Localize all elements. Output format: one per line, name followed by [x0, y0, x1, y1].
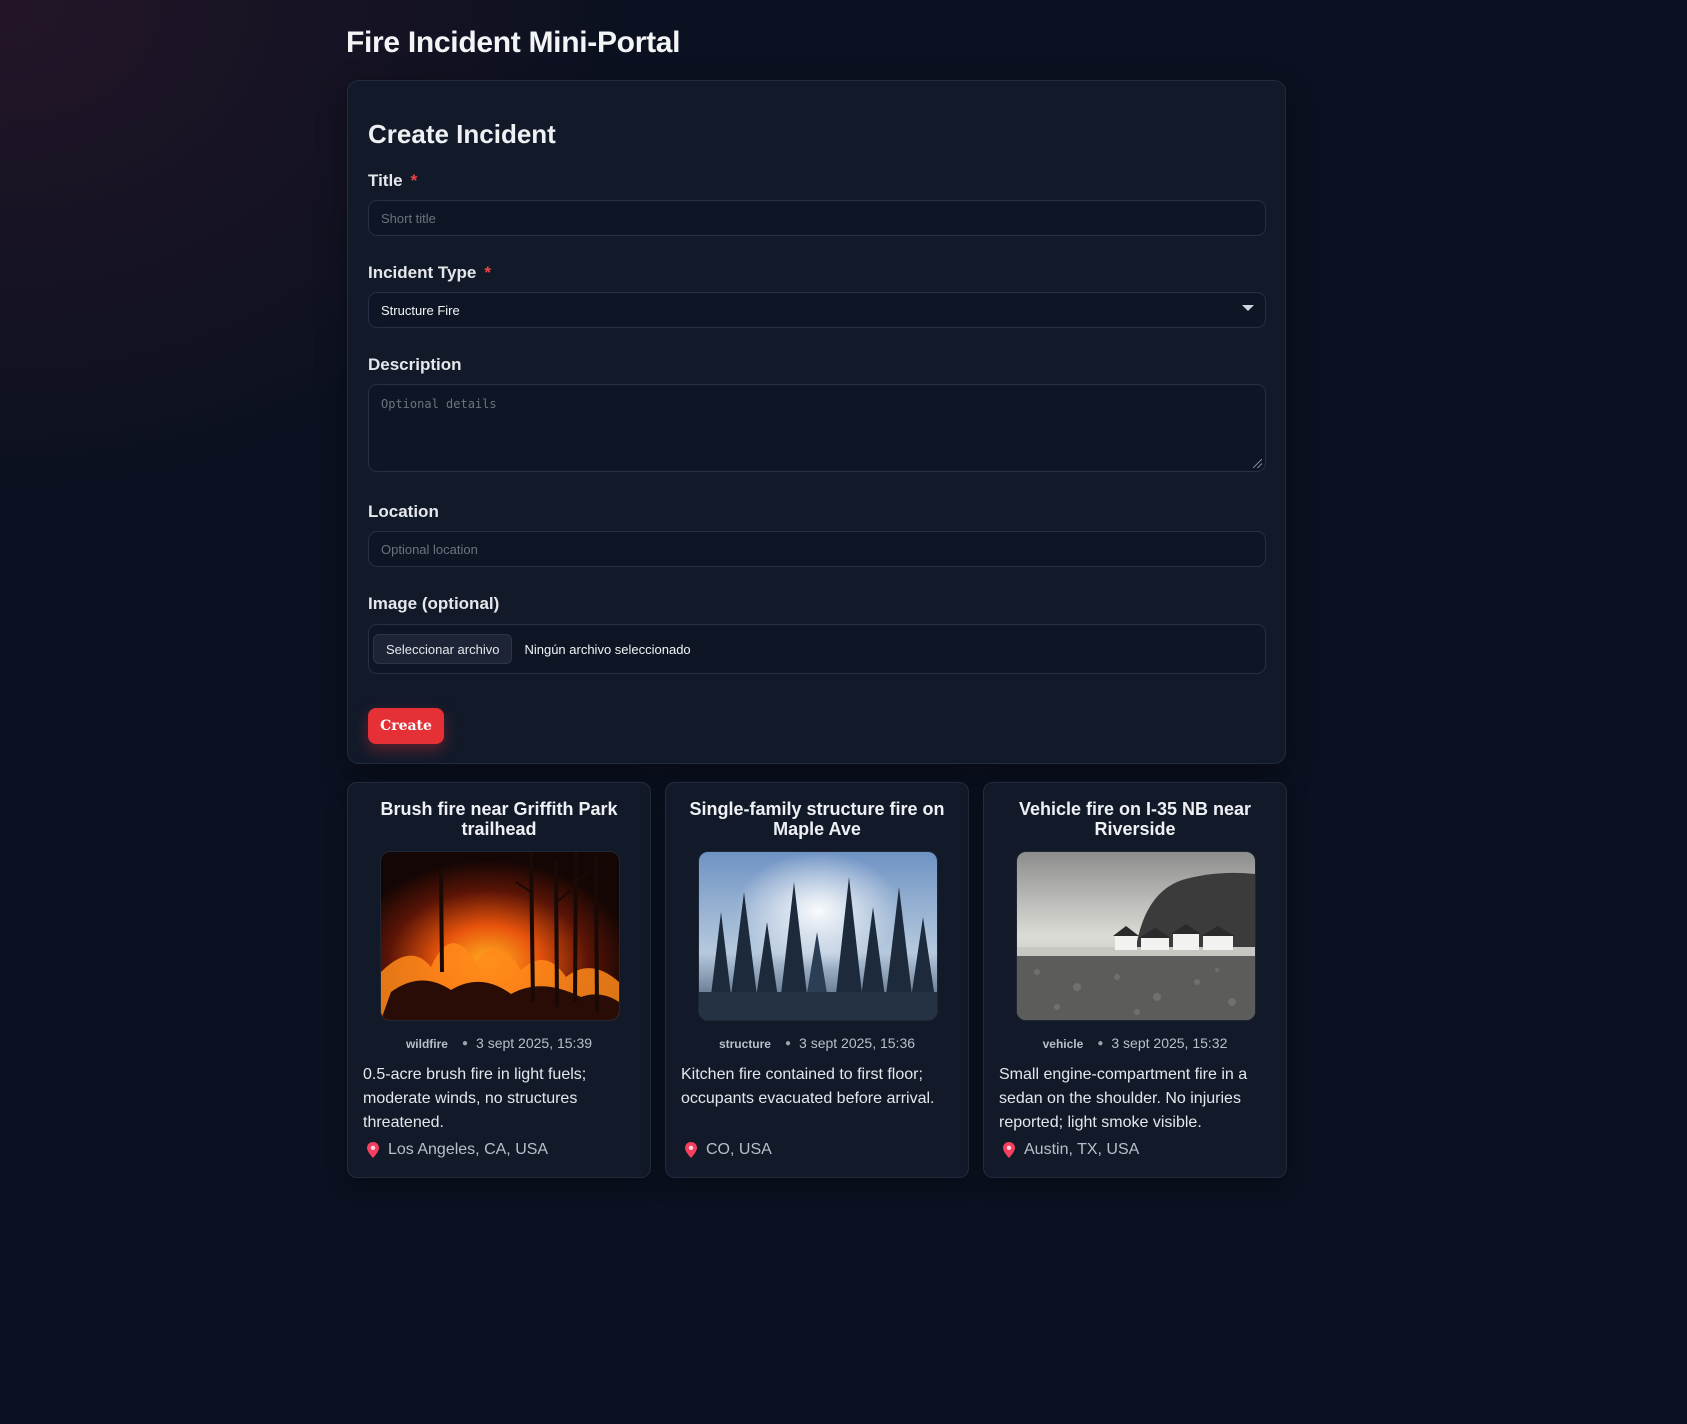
incident-type-badge: structure	[718, 1037, 771, 1051]
form-heading: Create Incident	[368, 119, 556, 149]
incident-location: CO, USA	[685, 1141, 772, 1159]
incident-meta: wildfire ● 3 sept 2025, 15:39	[348, 1035, 650, 1051]
image-file-input[interactable]: Seleccionar archivo Ningún archivo selec…	[368, 624, 1266, 674]
coastal-cliff-photo	[1016, 851, 1256, 1021]
incident-location-text: Los Angeles, CA, USA	[388, 1141, 549, 1158]
incident-card[interactable]: Vehicle fire on I-35 NB near Riverside v…	[983, 782, 1287, 1178]
incident-card[interactable]: Brush fire near Griffith Park trailhead	[347, 782, 651, 1178]
page-title: Fire Incident Mini-Portal	[346, 26, 681, 59]
create-button[interactable]: Create	[368, 708, 444, 744]
location-input[interactable]: Optional location	[368, 531, 1266, 567]
separator-dot-icon: ●	[784, 1038, 792, 1049]
incident-description: Kitchen fire contained to first floor; o…	[681, 1066, 935, 1107]
location-placeholder: Optional location	[381, 541, 478, 557]
title-input[interactable]: Short title	[368, 200, 1266, 236]
coastal-cliff-photo-graphic	[1017, 852, 1255, 1020]
incident-description: 0.5-acre brush fire in light fuels; mode…	[363, 1066, 587, 1131]
image-label: Image (optional)	[368, 594, 500, 613]
incident-title: Vehicle fire on I-35 NB near Riverside	[1018, 799, 1252, 839]
title-label-text: Title	[368, 171, 403, 190]
location-pin-icon	[1003, 1142, 1015, 1158]
incident-timestamp: 3 sept 2025, 15:39	[476, 1035, 593, 1051]
incident-location: Los Angeles, CA, USA	[367, 1141, 548, 1159]
choose-file-button[interactable]: Seleccionar archivo	[373, 634, 513, 664]
incident-location-text: CO, USA	[706, 1141, 772, 1158]
incident-type-select[interactable]: Structure Fire	[368, 292, 1266, 328]
incident-timestamp: 3 sept 2025, 15:36	[799, 1035, 916, 1051]
incident-title: Brush fire near Griffith Park trailhead	[380, 799, 618, 839]
incident-title: Single-family structure fire on Maple Av…	[689, 799, 945, 839]
create-incident-form: Create Incident Title * Short title Incid…	[347, 80, 1286, 764]
description-placeholder: Optional details	[381, 397, 497, 411]
incident-type-label: Incident Type *	[368, 263, 491, 283]
forest-photo-graphic	[699, 852, 937, 1020]
incident-type-badge: wildfire	[405, 1037, 448, 1051]
required-marker: *	[484, 263, 491, 282]
description-textarea[interactable]: Optional details	[368, 384, 1266, 472]
incident-meta: structure ● 3 sept 2025, 15:36	[666, 1035, 968, 1051]
incident-type-value: Structure Fire	[381, 302, 460, 318]
resize-grip-icon[interactable]	[1253, 459, 1262, 468]
title-label: Title *	[368, 171, 417, 191]
incident-type-label-text: Incident Type	[368, 263, 477, 282]
incident-timestamp: 3 sept 2025, 15:32	[1111, 1035, 1228, 1051]
chevron-down-icon	[1242, 305, 1254, 311]
wildfire-photo-graphic	[381, 852, 619, 1020]
separator-dot-icon: ●	[461, 1038, 469, 1049]
required-marker: *	[410, 171, 418, 190]
title-placeholder: Short title	[381, 210, 436, 226]
location-label: Location	[368, 502, 439, 521]
file-status: Ningún archivo seleccionado	[524, 641, 691, 657]
wildfire-photo	[380, 851, 620, 1021]
incident-location-text: Austin, TX, USA	[1024, 1141, 1140, 1158]
incident-card[interactable]: Single-family structure fire on Maple Av…	[665, 782, 969, 1178]
location-pin-icon	[367, 1142, 379, 1158]
incident-location: Austin, TX, USA	[1003, 1141, 1139, 1159]
incident-type-badge: vehicle	[1042, 1037, 1084, 1051]
description-label: Description	[368, 355, 462, 374]
location-pin-icon	[685, 1142, 697, 1158]
incident-meta: vehicle ● 3 sept 2025, 15:32	[984, 1035, 1286, 1051]
forest-photo	[698, 851, 938, 1021]
separator-dot-icon: ●	[1097, 1038, 1104, 1049]
incident-description: Small engine-compartment fire in a sedan…	[999, 1066, 1248, 1131]
